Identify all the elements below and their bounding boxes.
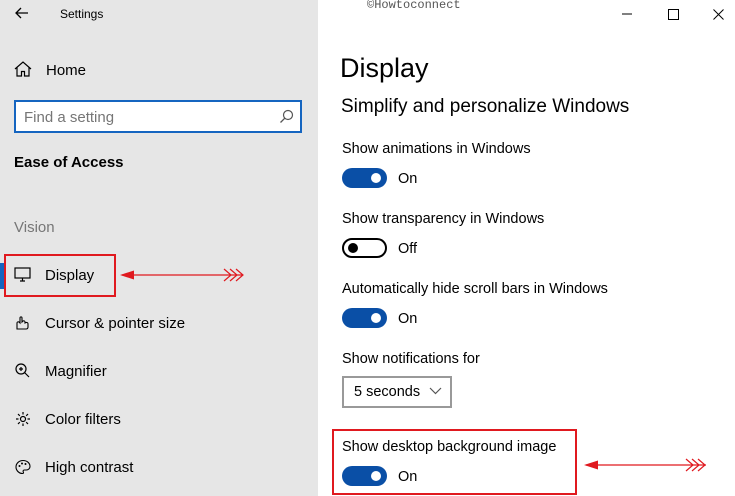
home-label: Home [46, 62, 87, 79]
toggle-knob [348, 243, 358, 253]
high-contrast-icon [15, 459, 31, 475]
home-nav-item[interactable]: Home [0, 56, 318, 84]
group-label-vision: Vision [14, 219, 55, 236]
close-icon [712, 8, 724, 20]
animations-label: Show animations in Windows [342, 141, 531, 157]
page-subtitle: Simplify and personalize Windows [341, 96, 630, 117]
monitor-icon [14, 267, 31, 282]
background-image-toggle[interactable] [342, 466, 387, 486]
notifications-dropdown[interactable]: 5 seconds [342, 376, 452, 408]
transparency-state: Off [398, 241, 418, 257]
search-icon[interactable] [279, 109, 294, 124]
home-icon [14, 61, 32, 77]
animations-toggle[interactable] [342, 168, 387, 188]
transparency-toggle[interactable] [342, 238, 387, 258]
minimize-icon [622, 13, 632, 15]
search-input[interactable] [24, 107, 274, 127]
section-title: Ease of Access [14, 154, 124, 171]
maximize-button[interactable] [653, 0, 693, 28]
notifications-label: Show notifications for [342, 351, 480, 367]
sidebar-item-display[interactable]: Display [0, 255, 318, 295]
scrollbars-state: On [398, 311, 418, 327]
sidebar-item-label: Magnifier [45, 363, 107, 380]
back-arrow-icon [15, 7, 28, 19]
animations-state: On [398, 171, 418, 187]
maximize-icon [667, 8, 679, 20]
sidebar: Settings Home Ease of Access Vision Disp… [0, 0, 318, 496]
cursor-icon [16, 316, 29, 330]
background-image-state: On [398, 469, 418, 485]
sidebar-item-label: Cursor & pointer size [45, 315, 186, 332]
sidebar-item-label: Color filters [45, 411, 121, 428]
sidebar-item-label: High contrast [45, 459, 134, 476]
sidebar-item-label: Display [45, 267, 95, 284]
chevron-down-icon [429, 387, 442, 395]
back-button[interactable] [10, 3, 34, 23]
search-box[interactable] [14, 100, 302, 133]
transparency-label: Show transparency in Windows [342, 211, 545, 227]
magnifier-icon [15, 363, 30, 378]
watermark: ©Howtoconnect [367, 0, 461, 12]
page-title: Display [340, 53, 429, 83]
sidebar-item-magnifier[interactable]: Magnifier [0, 351, 318, 391]
toggle-knob [371, 313, 381, 323]
toggle-knob [371, 471, 381, 481]
close-button[interactable] [698, 0, 735, 28]
notifications-value: 5 seconds [354, 384, 421, 400]
sidebar-item-cursor[interactable]: Cursor & pointer size [0, 303, 318, 343]
color-filters-icon [16, 412, 30, 426]
scrollbars-label: Automatically hide scroll bars in Window… [342, 281, 608, 297]
toggle-knob [371, 173, 381, 183]
minimize-button[interactable] [607, 0, 647, 28]
background-image-label: Show desktop background image [342, 439, 557, 455]
sidebar-item-color-filters[interactable]: Color filters [0, 399, 318, 439]
window-title: Settings [60, 7, 104, 21]
sidebar-item-high-contrast[interactable]: High contrast [0, 447, 318, 487]
scrollbars-toggle[interactable] [342, 308, 387, 328]
